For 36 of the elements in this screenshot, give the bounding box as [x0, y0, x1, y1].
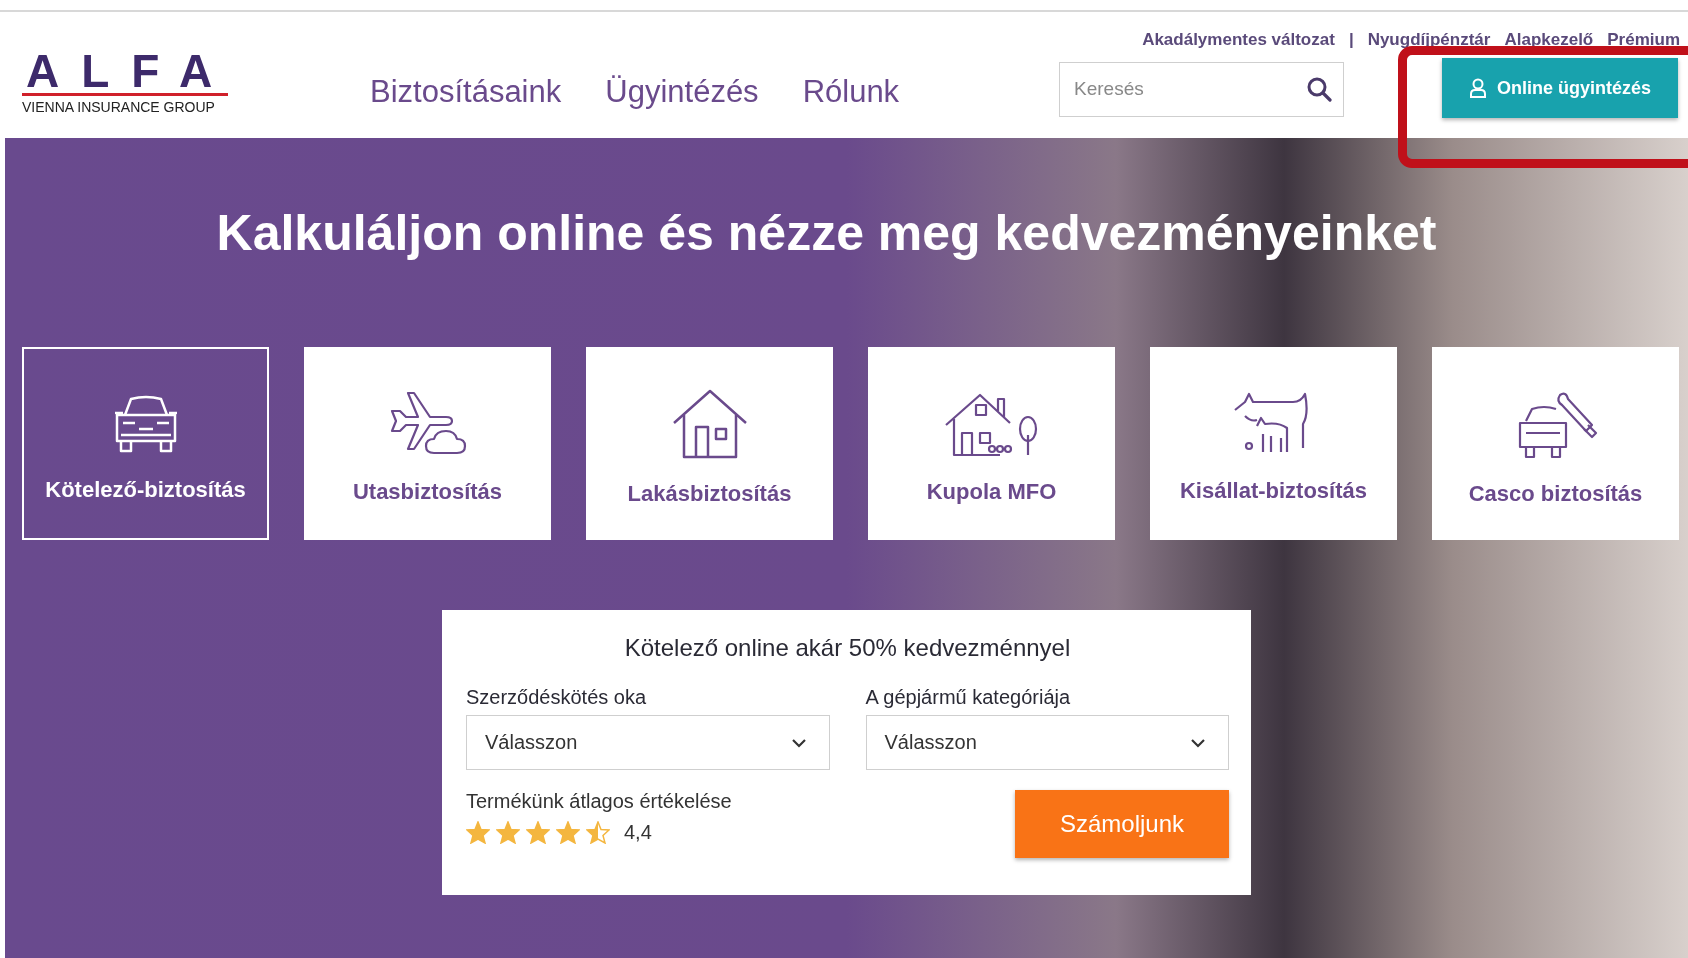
product-tab[interactable]: Kötelező-biztosítás [22, 347, 269, 540]
product-tab[interactable]: Utasbiztosítás [304, 347, 551, 540]
top-link[interactable]: Prémium [1607, 30, 1680, 50]
star-icon [466, 821, 490, 844]
rating-value: 4,4 [624, 821, 652, 843]
link-separator: | [1348, 30, 1354, 50]
search-field[interactable]: Keresés [1059, 61, 1344, 117]
star-icon [586, 821, 610, 844]
top-link[interactable]: Alapkezelő [1504, 30, 1594, 50]
rating-label: Termékünk átlagos értékelése [466, 790, 732, 813]
product-tab[interactable]: Casco biztosítás [1432, 347, 1679, 540]
star-icon [526, 821, 550, 844]
user-icon [1469, 78, 1487, 98]
product-tab[interactable]: Lakásbiztosítás [586, 347, 833, 540]
top-link[interactable]: Nyugdíjpénztár [1367, 30, 1491, 50]
top-link[interactable]: Akadálymentes változat [1142, 30, 1335, 50]
chevron-down-icon [790, 737, 807, 748]
product-tab[interactable]: Kisállat-biztosítás [1150, 347, 1397, 540]
logo-subtitle: VIENNA INSURANCE GROUP [22, 99, 216, 115]
field-label: A gépjármű kategóriája [865, 686, 1072, 709]
select-field[interactable]: Válasszon [466, 715, 830, 770]
hero-title: Kalkuláljon online és nézze meg kedvezményeinket [216, 204, 1437, 262]
nav-link[interactable]: Biztosításaink [370, 74, 562, 110]
search-icon[interactable] [1306, 75, 1332, 102]
star-icon [496, 821, 520, 844]
chevron-down-icon [1190, 737, 1206, 748]
nav-link[interactable]: Ügyintézés [605, 74, 759, 110]
select-field[interactable]: Válasszon [865, 715, 1229, 770]
field-label: Szerződéskötés oka [466, 686, 648, 709]
product-tab[interactable]: Kupola MFO [868, 347, 1115, 540]
house-tree-icon [943, 391, 1040, 457]
house-icon [671, 389, 748, 459]
logo-wordmark[interactable]: ALFA [22, 49, 228, 96]
calculator-title: Kötelező online akár 50% kedvezménnyel [623, 634, 1072, 662]
star-icon [556, 821, 580, 844]
nav-link[interactable]: Rólunk [802, 74, 900, 110]
